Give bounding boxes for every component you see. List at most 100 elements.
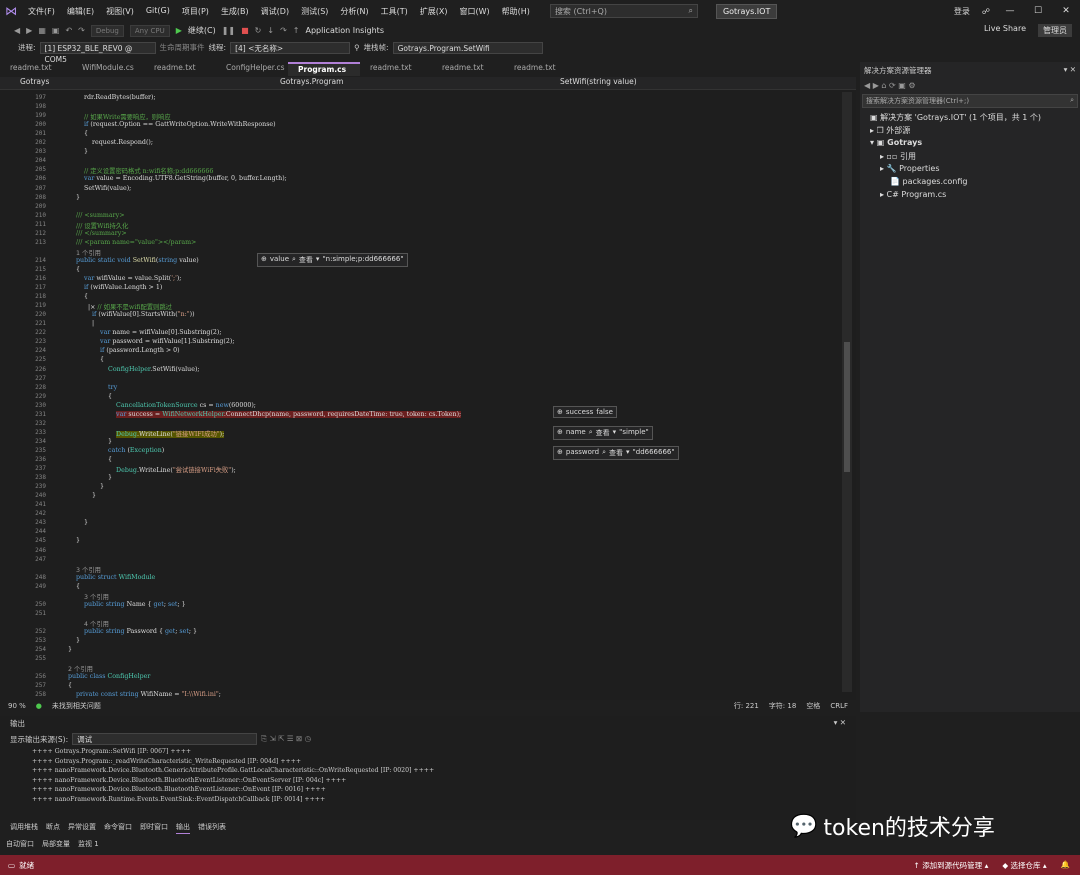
- space-indicator[interactable]: 空格: [806, 701, 820, 711]
- tree-item-project[interactable]: ▾ ▣ Gotrays: [870, 138, 922, 147]
- login-link[interactable]: 登录: [948, 6, 976, 17]
- new-icon[interactable]: ▦: [38, 26, 46, 35]
- bottom_tabs-tab-1[interactable]: 断点: [46, 822, 60, 834]
- tree-item-references[interactable]: ▸ ▫▫ 引用: [880, 151, 916, 162]
- stack-frame-dropdown[interactable]: Gotrays.Program.SetWifi: [392, 41, 543, 54]
- menu-item-10[interactable]: 扩展(X): [414, 6, 454, 17]
- pause-icon[interactable]: ❚❚: [222, 26, 235, 35]
- add-source-control[interactable]: ↑ 添加到源代码管理 ▴: [914, 860, 989, 871]
- restart-icon[interactable]: ↻: [255, 26, 262, 35]
- menu-item-9[interactable]: 工具(T): [375, 6, 414, 17]
- live-share-button[interactable]: Live Share: [984, 24, 1026, 37]
- code-line: 3 个引用: [84, 593, 109, 601]
- view-icon[interactable]: ⌕: [589, 428, 593, 438]
- menu-item-1[interactable]: 编辑(E): [61, 6, 100, 17]
- tree-item-packages[interactable]: 📄 packages.config: [890, 177, 967, 186]
- bottom_tabs-tab-4[interactable]: 即时窗口: [140, 822, 168, 834]
- nav-project[interactable]: Gotrays: [0, 77, 280, 89]
- stop-icon[interactable]: ■: [241, 26, 249, 35]
- step-out-icon[interactable]: ↑: [293, 26, 300, 35]
- output-toolbar-icons[interactable]: ⎘ ⇲ ⇱ ☰ ⊠ ◷: [261, 734, 311, 744]
- view-icon[interactable]: ⌕: [292, 255, 296, 265]
- tab-2[interactable]: readme.txt: [144, 62, 216, 76]
- view-icon[interactable]: ⌕: [602, 448, 606, 458]
- step-into-icon[interactable]: ↓: [267, 26, 274, 35]
- tab-5[interactable]: readme.txt: [360, 62, 432, 76]
- tab-6[interactable]: readme.txt: [432, 62, 504, 76]
- tree-item-properties[interactable]: ▸ 🔧 Properties: [880, 164, 940, 173]
- filter-icon[interactable]: ⚲: [354, 43, 360, 52]
- bottom_tabs2-tab-1[interactable]: 局部变量: [42, 839, 70, 851]
- menu-item-12[interactable]: 帮助(H): [496, 6, 536, 17]
- redo-icon[interactable]: ↷: [78, 26, 85, 35]
- lifecycle-button[interactable]: 生命周期事件: [160, 42, 205, 53]
- tab-0[interactable]: readme.txt: [0, 62, 72, 76]
- datatip-value[interactable]: ⊕ value ⌕ 查看 ▾ "n:simple;p:dd666666": [257, 253, 408, 267]
- nav-method[interactable]: SetWifi(string value): [560, 77, 850, 89]
- menu-item-5[interactable]: 生成(B): [215, 6, 255, 17]
- thread-dropdown[interactable]: [4] <无名称>: [230, 41, 351, 54]
- menu-item-6[interactable]: 调试(D): [255, 6, 295, 17]
- bottom_tabs-tab-3[interactable]: 命令窗口: [104, 822, 132, 834]
- minimize-button[interactable]: —: [996, 6, 1024, 16]
- config-dropdown[interactable]: Debug: [90, 24, 124, 37]
- nav-class[interactable]: Gotrays.Program: [280, 77, 560, 89]
- tab-4[interactable]: Program.cs: [288, 62, 360, 76]
- datatip-view[interactable]: 查看: [596, 428, 610, 438]
- menu-item-11[interactable]: 窗口(W): [454, 6, 496, 17]
- output-source-dropdown[interactable]: 调试: [72, 733, 258, 745]
- close-button[interactable]: ✕: [1052, 6, 1080, 16]
- maximize-button[interactable]: ☐: [1024, 6, 1052, 16]
- back-icon[interactable]: ◀: [14, 26, 20, 35]
- issues-status[interactable]: 未找到相关问题: [52, 701, 101, 711]
- platform-dropdown[interactable]: Any CPU: [129, 24, 170, 37]
- eol-indicator[interactable]: CRLF: [830, 702, 856, 710]
- save-icon[interactable]: ▣: [52, 26, 60, 35]
- account-icon[interactable]: ☍: [976, 7, 996, 16]
- code-editor[interactable]: 197 rdr.ReadBytes(buffer); 198 199 // 如果Wr…: [0, 90, 856, 700]
- close-icon[interactable]: ▾ ✕: [834, 718, 846, 729]
- menu-item-7[interactable]: 测试(S): [295, 6, 334, 17]
- bottom_tabs-tab-6[interactable]: 错误列表: [198, 822, 226, 834]
- editor-scrollbar[interactable]: [842, 92, 852, 692]
- tree-item-program[interactable]: ▸ C# Program.cs: [880, 190, 946, 199]
- datatip-view[interactable]: 查看: [299, 255, 313, 265]
- process-dropdown[interactable]: [1] ESP32_BLE_REV0 @ COM5: [39, 41, 156, 64]
- datatip-name[interactable]: ⊕ name ⌕ 查看 ▾ "simple": [553, 426, 653, 440]
- menu-item-3[interactable]: Git(G): [140, 6, 176, 17]
- menu-item-8[interactable]: 分析(N): [334, 6, 374, 17]
- pin-icon[interactable]: ⊕: [557, 448, 563, 458]
- bottom_tabs-tab-5[interactable]: 输出: [176, 822, 190, 834]
- tree-item-external[interactable]: ▸ ❐ 外部源: [870, 125, 910, 136]
- datatip-success[interactable]: ⊕ success false: [553, 406, 617, 418]
- datatip-view[interactable]: 查看: [609, 448, 623, 458]
- menu-item-0[interactable]: 文件(F): [22, 6, 61, 17]
- tab-1[interactable]: WifiModule.cs: [72, 62, 144, 76]
- bottom_tabs-tab-0[interactable]: 调用堆栈: [10, 822, 38, 834]
- bottom_tabs-tab-2[interactable]: 异常设置: [68, 822, 96, 834]
- zoom-level[interactable]: 90 %: [8, 702, 26, 710]
- continue-button[interactable]: 继续(C): [188, 25, 216, 36]
- insights-button[interactable]: Application Insights: [305, 26, 384, 35]
- step-over-icon[interactable]: ↷: [280, 26, 287, 35]
- pin-icon[interactable]: ⊕: [261, 255, 267, 265]
- close-icon[interactable]: ▾ ✕: [1064, 65, 1076, 76]
- tab-7[interactable]: readme.txt: [504, 62, 576, 76]
- solution-search-input[interactable]: 搜索解决方案资源管理器(Ctrl+;) ⌕: [862, 94, 1078, 108]
- pin-icon[interactable]: ⊕: [557, 428, 563, 438]
- datatip-password[interactable]: ⊕ password ⌕ 查看 ▾ "dd666666": [553, 446, 679, 460]
- search-input[interactable]: 搜索 (Ctrl+Q) ⌕: [549, 4, 698, 18]
- menu-item-2[interactable]: 视图(V): [100, 6, 140, 17]
- menu-item-4[interactable]: 项目(P): [176, 6, 215, 17]
- undo-icon[interactable]: ↶: [65, 26, 72, 35]
- select-repo[interactable]: ◆ 选择仓库 ▴: [1002, 860, 1046, 871]
- notification-icon[interactable]: 🔔: [1061, 860, 1070, 871]
- continue-icon[interactable]: ▶: [176, 26, 182, 35]
- output-line: ++++ nanoFramework.Device.Bluetooth.Blue…: [32, 786, 326, 793]
- forward-icon[interactable]: ▶: [26, 26, 32, 35]
- bottom_tabs2-tab-2[interactable]: 监视 1: [78, 839, 99, 851]
- bottom_tabs2-tab-0[interactable]: 自动窗口: [6, 839, 34, 851]
- solution-root[interactable]: ▣ 解决方案 'Gotrays.IOT' (1 个项目，共 1 个): [870, 112, 1041, 123]
- tab-3[interactable]: ConfigHelper.cs: [216, 62, 288, 76]
- pin-icon[interactable]: ⊕: [557, 408, 563, 416]
